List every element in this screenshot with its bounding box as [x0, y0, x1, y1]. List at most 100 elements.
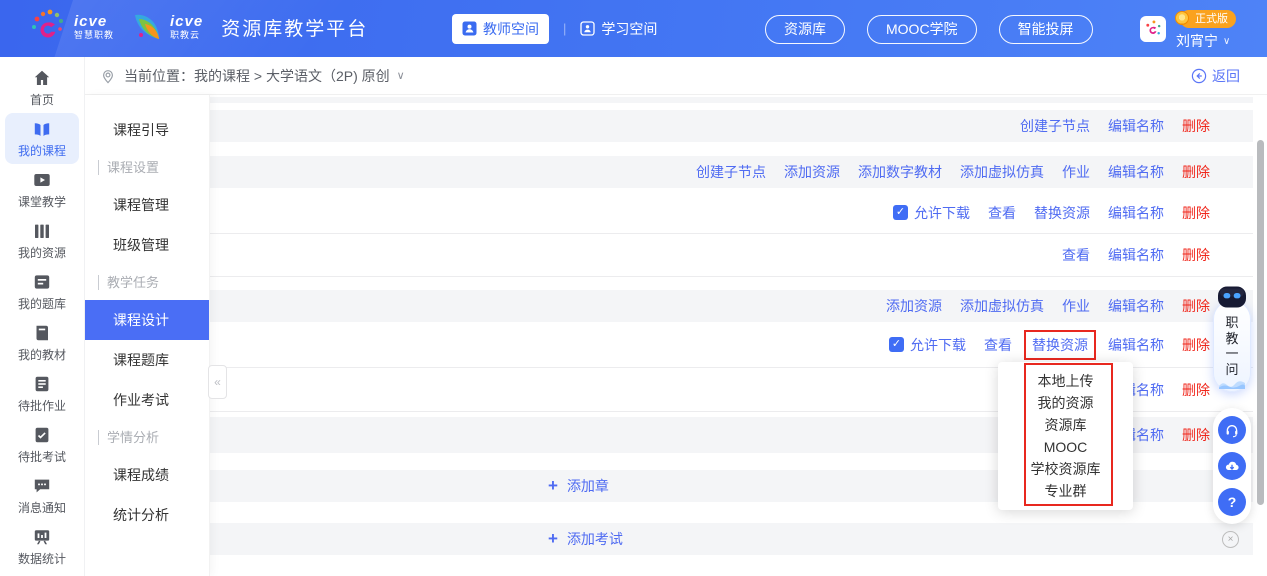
assistant-label-char: 教 — [1225, 331, 1238, 347]
dropdown-item-mooc[interactable]: MOOC — [998, 436, 1133, 458]
action-view[interactable]: 查看 — [984, 335, 1012, 355]
download-client-button[interactable] — [1218, 452, 1246, 480]
sidebar-item-label: 我的资源 — [18, 244, 66, 261]
action-add-virtual-simulation[interactable]: 添加虚拟仿真 — [960, 296, 1044, 316]
action-label: 允许下载 — [914, 203, 970, 223]
action-delete[interactable]: 删除 — [1182, 116, 1210, 136]
sidebar-item-more-apps[interactable] — [0, 572, 84, 576]
vertical-scrollbar[interactable] — [1257, 140, 1264, 505]
dropdown-item-professional-group[interactable]: 专业群 — [998, 480, 1133, 502]
learning-space-button[interactable]: 学习空间 — [580, 19, 657, 39]
breadcrumb-label: 当前位置： — [124, 66, 194, 86]
checkbox-checked-icon[interactable]: ✓ — [889, 337, 904, 352]
action-homework[interactable]: 作业 — [1062, 296, 1090, 316]
back-arrow-icon — [1191, 68, 1207, 84]
book-open-icon — [32, 119, 52, 139]
action-delete[interactable]: 删除 — [1182, 380, 1210, 400]
app-launcher-button[interactable] — [1140, 16, 1166, 42]
action-add-chapter[interactable]: +添加章 — [548, 476, 609, 496]
sidebar-item-pending-exams[interactable]: 待批考试 — [0, 419, 84, 470]
action-add-virtual-simulation[interactable]: 添加虚拟仿真 — [960, 162, 1044, 182]
action-view[interactable]: 查看 — [1062, 245, 1090, 265]
action-create-child-node[interactable]: 创建子节点 — [696, 162, 766, 182]
action-create-child-node[interactable]: 创建子节点 — [1020, 116, 1090, 136]
action-add-resource[interactable]: 添加资源 — [886, 296, 942, 316]
brand-area: icve 智慧职教 icve 职教云 资源库教学平台 — [30, 8, 368, 46]
assistant-widget-button[interactable]: 职教一问 — [1213, 284, 1251, 392]
dropdown-item-resource-library[interactable]: 资源库 — [998, 414, 1133, 436]
exam-icon — [32, 425, 52, 445]
submenu-item-course-management[interactable]: 课程管理 — [85, 185, 209, 225]
submenu-item-statistical-analysis[interactable]: 统计分析 — [85, 495, 209, 535]
chevron-down-icon: ∨ — [1223, 36, 1230, 47]
help-button[interactable]: ? — [1218, 488, 1246, 516]
action-replace-resource[interactable]: 替换资源 — [1034, 203, 1090, 223]
sidebar-item-my-textbooks[interactable]: 我的教材 — [0, 317, 84, 368]
action-add-digital-textbook[interactable]: 添加数字教材 — [858, 162, 942, 182]
action-edit-name[interactable]: 编辑名称 — [1108, 245, 1164, 265]
action-add-exam[interactable]: +添加考试 — [548, 529, 623, 549]
action-edit-name[interactable]: 编辑名称 — [1108, 162, 1164, 182]
action-delete[interactable]: 删除 — [1182, 203, 1210, 223]
action-add-resource[interactable]: 添加资源 — [784, 162, 840, 182]
submenu-section-label: 教学任务 — [98, 275, 159, 290]
sidebar-item-my-resources[interactable]: 我的资源 — [0, 215, 84, 266]
action-allow-download: ✓ 允许下载 — [893, 203, 970, 223]
user-name: 刘宵宁 — [1176, 31, 1218, 51]
sidebar-item-my-question-bank[interactable]: 我的题库 — [0, 266, 84, 317]
back-button[interactable]: 返回 — [1191, 66, 1240, 86]
action-delete[interactable]: 删除 — [1182, 162, 1210, 182]
action-replace-resource[interactable]: 替换资源 — [1032, 337, 1088, 353]
action-delete[interactable]: 删除 — [1182, 425, 1210, 445]
action-edit-name[interactable]: 编辑名称 — [1108, 335, 1164, 355]
sidebar-item-home[interactable]: 首页 — [0, 62, 84, 113]
action-delete[interactable]: 删除 — [1182, 245, 1210, 265]
smart-cast-button[interactable]: 智能投屏 — [999, 15, 1093, 44]
video-icon — [32, 170, 52, 190]
robot-icon — [1217, 284, 1247, 310]
mooc-academy-button[interactable]: MOOC学院 — [867, 15, 977, 44]
close-toolbar-button[interactable]: × — [1222, 531, 1239, 548]
question-icon: ? — [1228, 494, 1237, 510]
submenu-item-homework-exam[interactable]: 作业考试 — [85, 380, 209, 420]
action-edit-name[interactable]: 编辑名称 — [1108, 296, 1164, 316]
action-delete[interactable]: 删除 — [1182, 335, 1210, 355]
teacher-space-button[interactable]: 教师空间 — [452, 14, 549, 44]
cloud-download-icon — [1224, 458, 1240, 474]
assistant-label-char: 职 — [1225, 315, 1238, 331]
submenu-section-label: 课程设置 — [98, 160, 159, 175]
action-allow-download: ✓允许下载 — [889, 335, 966, 355]
course-tree-row: 创建子节点编辑名称删除 — [210, 110, 1253, 142]
dropdown-item-school-resource-library[interactable]: 学校资源库 — [998, 458, 1133, 480]
dropdown-item-my-resources[interactable]: 我的资源 — [998, 392, 1133, 414]
submenu-item-course-design[interactable]: 课程设计 — [85, 300, 209, 340]
checkbox-checked-icon[interactable]: ✓ — [893, 205, 908, 220]
action-homework[interactable]: 作业 — [1062, 162, 1090, 182]
action-edit-name[interactable]: 编辑名称 — [1108, 203, 1164, 223]
sidebar-item-my-courses[interactable]: 我的课程 — [5, 113, 79, 164]
resource-library-button[interactable]: 资源库 — [765, 15, 845, 44]
submenu-section-label: 学情分析 — [98, 430, 159, 445]
sidebar-item-notifications[interactable]: 消息通知 — [0, 470, 84, 521]
action-delete[interactable]: 删除 — [1182, 296, 1210, 316]
user-menu[interactable]: 正式版 刘宵宁 ∨ — [1176, 10, 1236, 51]
submenu-item-course-grades[interactable]: 课程成绩 — [85, 455, 209, 495]
dropdown-item-local-upload[interactable]: 本地上传 — [998, 370, 1133, 392]
message-icon — [32, 476, 52, 496]
customer-service-button[interactable] — [1218, 416, 1246, 444]
breadcrumb-caret-icon[interactable]: ∨ — [397, 69, 405, 82]
submenu-collapse-button[interactable]: « — [208, 365, 227, 399]
sidebar-item-data-statistics[interactable]: 数据统计 — [0, 521, 84, 572]
sidebar-item-pending-homework[interactable]: 待批作业 — [0, 368, 84, 419]
submenu-item-course-guide[interactable]: 课程引导 — [85, 110, 209, 150]
course-tree-row: 创建子节点添加资源添加数字教材添加虚拟仿真作业编辑名称删除 — [210, 156, 1253, 188]
mini-swirl-icon — [1144, 20, 1162, 38]
logo-primary: icve 智慧职教 — [74, 14, 114, 40]
action-edit-name[interactable]: 编辑名称 — [1108, 116, 1164, 136]
action-view[interactable]: 查看 — [988, 203, 1016, 223]
submenu-item-course-question-bank[interactable]: 课程题库 — [85, 340, 209, 380]
sidebar-item-classroom-teaching[interactable]: 课堂教学 — [0, 164, 84, 215]
course-submenu: 课程引导课程设置课程管理班级管理教学任务课程设计课程题库作业考试学情分析课程成绩… — [85, 95, 210, 576]
learning-space-label: 学习空间 — [601, 19, 657, 39]
submenu-item-class-management[interactable]: 班级管理 — [85, 225, 209, 265]
